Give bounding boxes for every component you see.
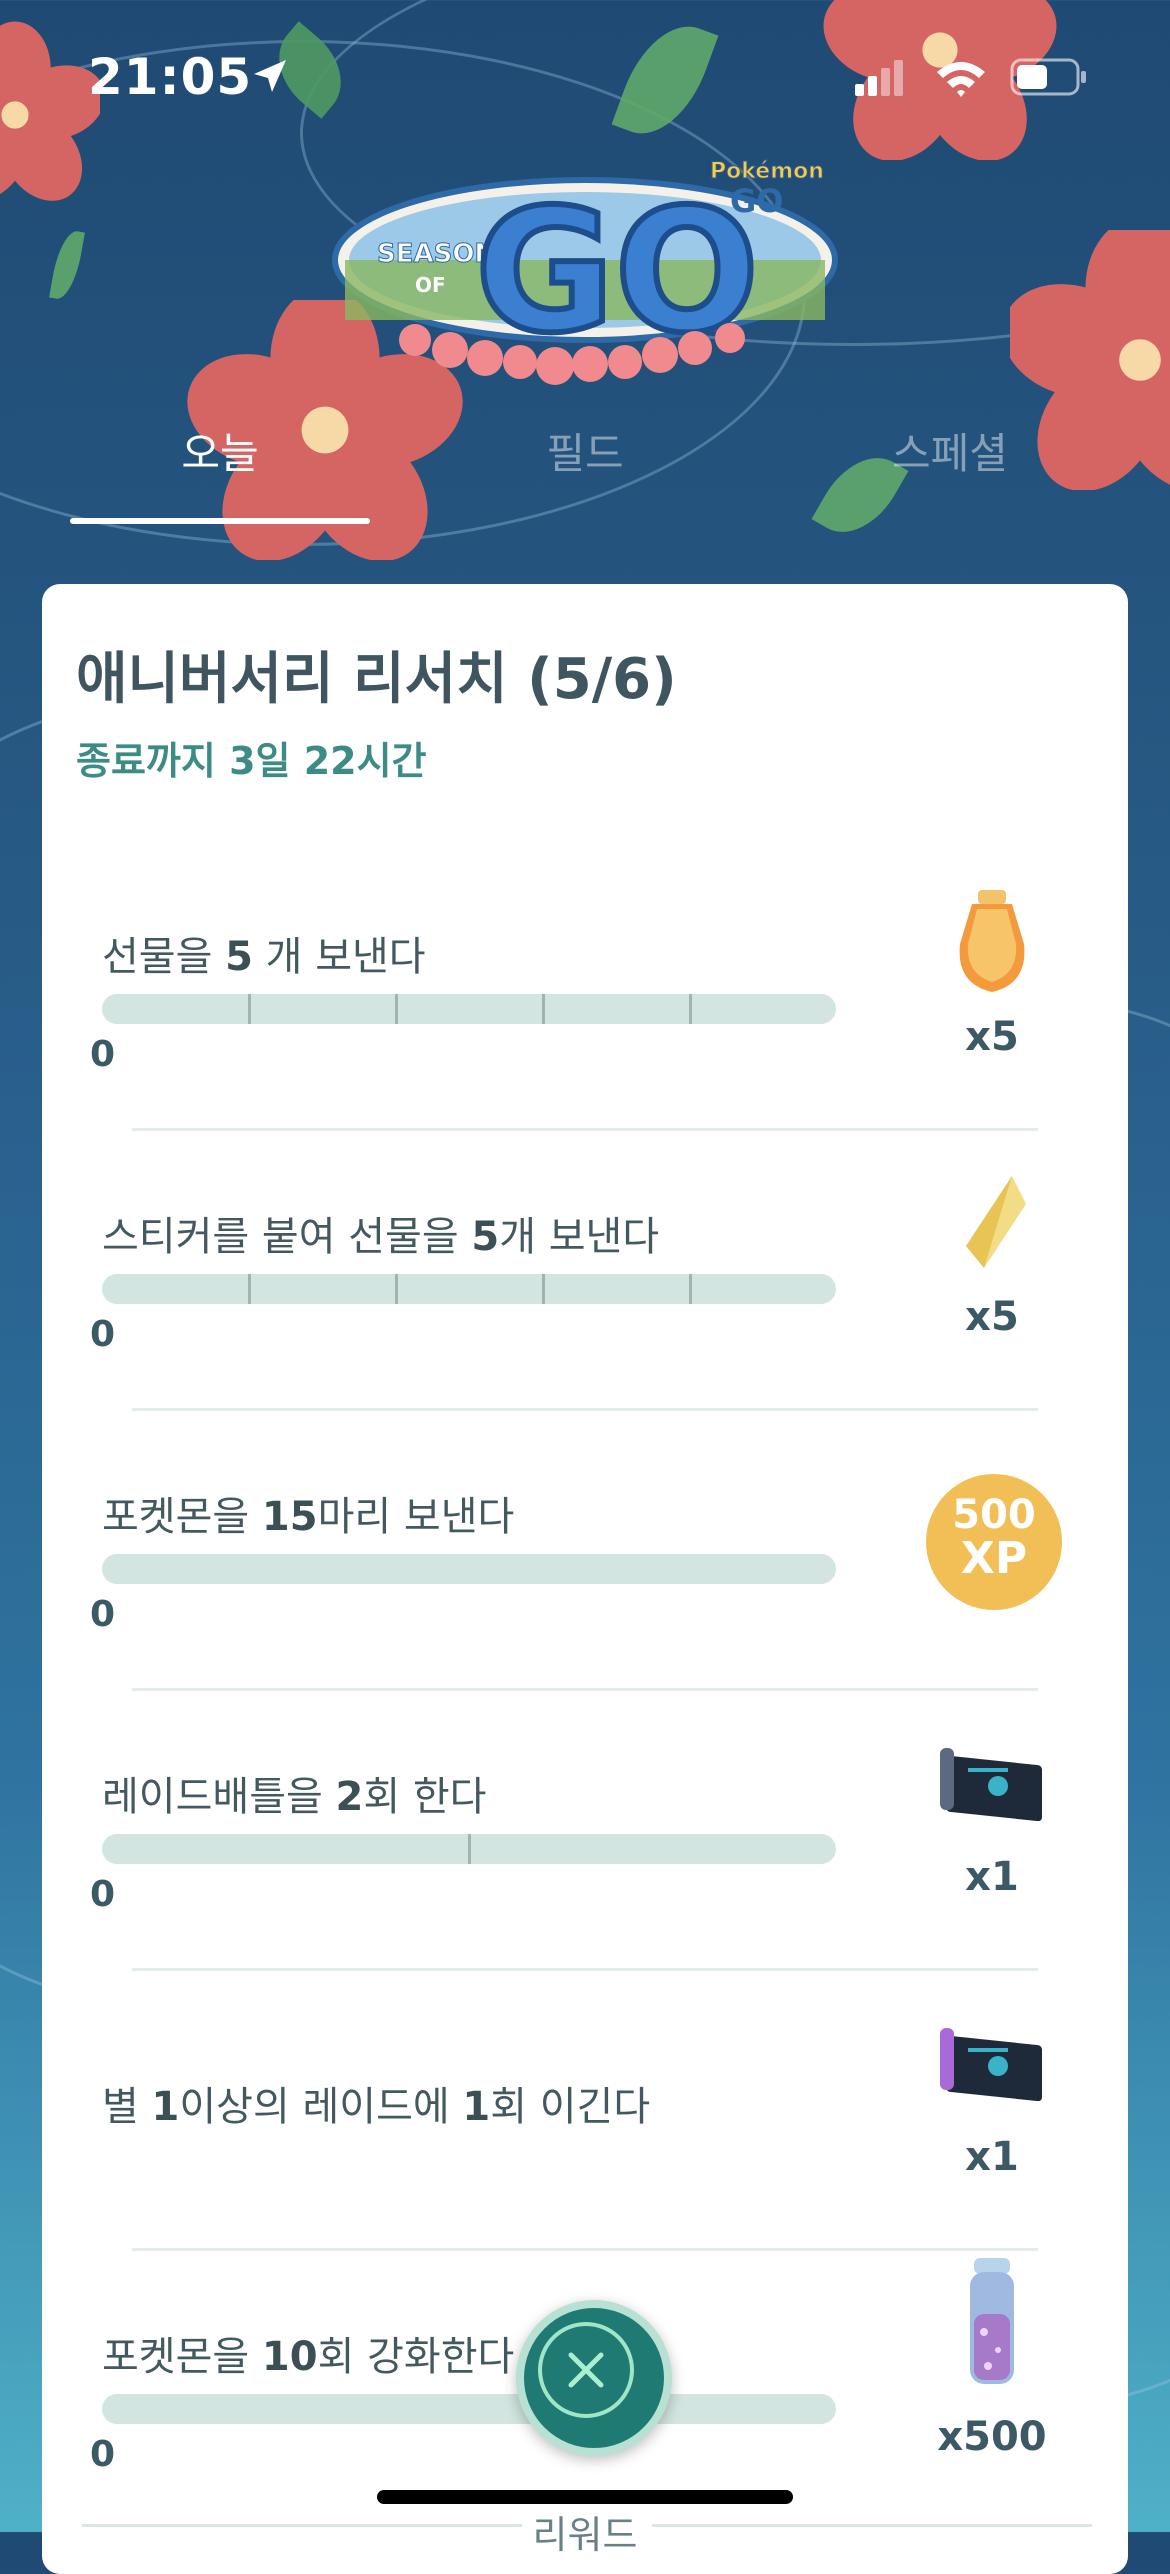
task-progress-bar bbox=[102, 2394, 836, 2424]
research-task[interactable]: 포켓몬을 15마리 보낸다 0 500 XP bbox=[42, 1454, 1128, 1734]
location-arrow-icon bbox=[254, 60, 286, 92]
task-progress-bar bbox=[102, 1554, 836, 1584]
task-divider bbox=[132, 1128, 1038, 1131]
task-progress-bar bbox=[102, 1274, 836, 1304]
research-task[interactable]: 스티커를 붙여 선물을 5개 보낸다 0 x5 bbox=[42, 1174, 1128, 1454]
tab-special[interactable]: 스페셜 bbox=[830, 420, 1070, 481]
reward-count: x5 bbox=[965, 1294, 1019, 1340]
reward-count: x1 bbox=[965, 1854, 1019, 1900]
task-progress-bar bbox=[102, 994, 836, 1024]
status-time: 21:05 bbox=[88, 48, 253, 106]
tab-field[interactable]: 필드 bbox=[465, 420, 705, 481]
reward-count: x1 bbox=[965, 2134, 1019, 2180]
task-divider bbox=[132, 2248, 1038, 2251]
task-label: 스티커를 붙여 선물을 5개 보낸다 bbox=[102, 1214, 660, 1260]
task-label: 포켓몬을 10회 강화한다 bbox=[102, 2334, 515, 2380]
task-progress-count: 0 bbox=[90, 1874, 116, 1915]
star-piece-icon bbox=[966, 1176, 1026, 1268]
task-progress-bar bbox=[102, 1834, 836, 1864]
task-divider bbox=[132, 1968, 1038, 1971]
reward-count: x500 bbox=[937, 2414, 1047, 2460]
task-label: 별 1이상의 레이드에 1회 이긴다 bbox=[102, 2084, 651, 2130]
task-progress-count: 0 bbox=[90, 1034, 116, 1075]
research-task[interactable]: 별 1이상의 레이드에 1회 이긴다 x1 bbox=[42, 2014, 1128, 2294]
premium-raid-pass-icon bbox=[940, 2028, 1042, 2102]
cellular-signal-icon bbox=[855, 60, 903, 96]
research-task[interactable]: 선물을 5 개 보낸다 0 x5 bbox=[42, 890, 1128, 1174]
task-divider bbox=[132, 1408, 1038, 1411]
xp-reward-badge: 500 XP bbox=[926, 1474, 1062, 1610]
season-of-go-logo: SEASON OF GO Pokémon GO bbox=[332, 159, 838, 385]
close-icon bbox=[568, 2352, 604, 2388]
home-indicator[interactable] bbox=[377, 2490, 793, 2504]
xp-amount: 500 bbox=[952, 1492, 1036, 1538]
logo-of-text: OF bbox=[415, 273, 446, 297]
logo-brand-go: GO bbox=[730, 182, 783, 220]
xp-label: XP bbox=[960, 1533, 1028, 1584]
incense-icon bbox=[959, 890, 1025, 992]
task-label: 선물을 5 개 보낸다 bbox=[102, 934, 426, 980]
battery-icon bbox=[1010, 58, 1086, 96]
research-tabs: 오늘 필드 스페셜 bbox=[0, 420, 1170, 530]
active-tab-indicator bbox=[70, 518, 370, 524]
task-label: 포켓몬을 15마리 보낸다 bbox=[102, 1494, 515, 1540]
research-title: 애니버서리 리서치 (5/6) bbox=[76, 647, 677, 712]
research-time-remaining: 종료까지 3일 22시간 bbox=[76, 739, 427, 783]
research-card: 애니버서리 리서치 (5/6) 종료까지 3일 22시간 선물을 5 개 보낸다… bbox=[42, 584, 1128, 2574]
reward-count: x5 bbox=[965, 1014, 1019, 1060]
remote-raid-pass-icon bbox=[940, 1748, 1042, 1822]
status-bar: 21:05 bbox=[0, 0, 1170, 150]
task-progress-count: 0 bbox=[90, 1314, 116, 1355]
logo-brand-text: Pokémon bbox=[710, 159, 824, 184]
wifi-icon bbox=[937, 62, 985, 97]
stardust-icon bbox=[970, 2258, 1014, 2384]
task-label: 레이드배틀을 2회 한다 bbox=[102, 1774, 487, 1820]
tab-today[interactable]: 오늘 bbox=[100, 420, 340, 481]
task-progress-count: 0 bbox=[90, 1594, 116, 1635]
research-task[interactable]: 레이드배틀을 2회 한다 0 x1 bbox=[42, 1734, 1128, 2014]
close-button[interactable] bbox=[516, 2300, 672, 2456]
task-progress-count: 0 bbox=[90, 2434, 116, 2475]
task-divider bbox=[132, 1688, 1038, 1691]
